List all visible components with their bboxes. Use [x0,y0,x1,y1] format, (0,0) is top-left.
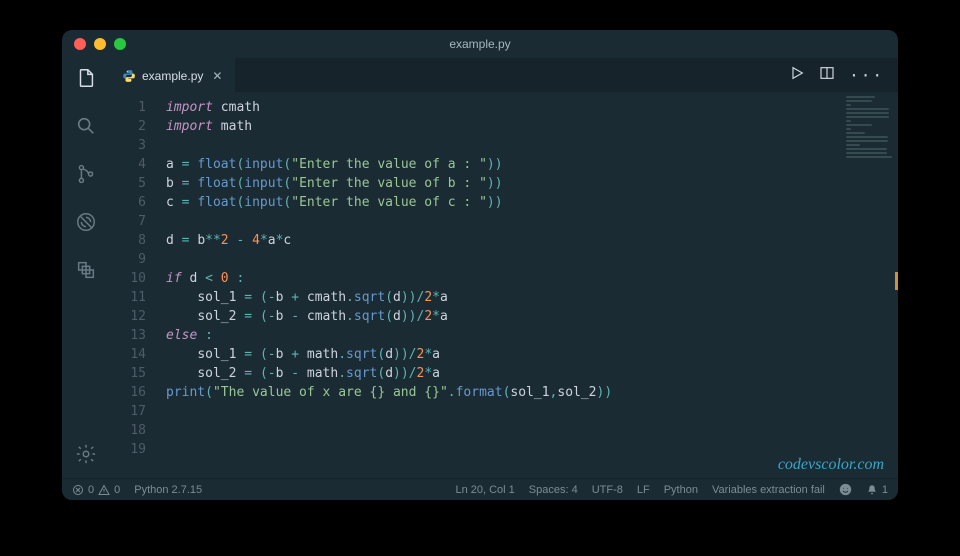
tab-example-py[interactable]: example.py ✕ [110,58,235,92]
status-notifications[interactable]: 1 [866,484,888,496]
vscode-window: example.py [62,30,898,500]
status-cursor-position[interactable]: Ln 20, Col 1 [455,484,514,496]
more-actions-icon[interactable]: ··· [849,66,884,85]
activity-bar [62,58,110,478]
settings-gear-icon[interactable] [74,442,98,466]
tab-bar: example.py ✕ ··· [110,58,898,92]
status-notification-count: 1 [882,484,888,496]
status-bar: 0 0 Python 2.7.15 Ln 20, Col 1 Spaces: 4… [62,478,898,500]
status-language-mode[interactable]: Python [664,484,698,496]
editor-area: example.py ✕ ··· 12345678910111213141516… [110,58,898,478]
debug-icon[interactable] [74,210,98,234]
status-problems[interactable]: 0 0 [72,484,120,496]
python-file-icon [122,69,136,83]
status-error-count: 0 [88,484,94,496]
source-control-icon[interactable] [74,162,98,186]
status-python-version[interactable]: Python 2.7.15 [134,484,202,496]
code-content[interactable]: import cmathimport math a = float(input(… [158,92,898,478]
line-number-gutter: 12345678910111213141516171819 [110,92,158,478]
overview-ruler-marker [895,272,898,290]
status-feedback-icon[interactable] [839,483,852,496]
status-eol[interactable]: LF [637,484,650,496]
editor-actions: ··· [789,58,898,92]
editor-body: example.py ✕ ··· 12345678910111213141516… [62,58,898,478]
titlebar: example.py [62,30,898,58]
status-indentation[interactable]: Spaces: 4 [529,484,578,496]
status-encoding[interactable]: UTF-8 [592,484,623,496]
explorer-icon[interactable] [74,66,98,90]
run-icon[interactable] [789,65,805,85]
watermark-text: codevscolor.com [778,456,884,474]
status-warning-count: 0 [114,484,120,496]
minimap[interactable] [846,96,894,156]
tab-close-icon[interactable]: ✕ [209,69,225,83]
split-editor-icon[interactable] [819,65,835,85]
code-editor[interactable]: 12345678910111213141516171819 import cma… [110,92,898,478]
tab-filename: example.py [142,69,203,83]
search-icon[interactable] [74,114,98,138]
window-title: example.py [62,37,898,51]
status-message[interactable]: Variables extraction fail [712,484,825,496]
extensions-icon[interactable] [74,258,98,282]
